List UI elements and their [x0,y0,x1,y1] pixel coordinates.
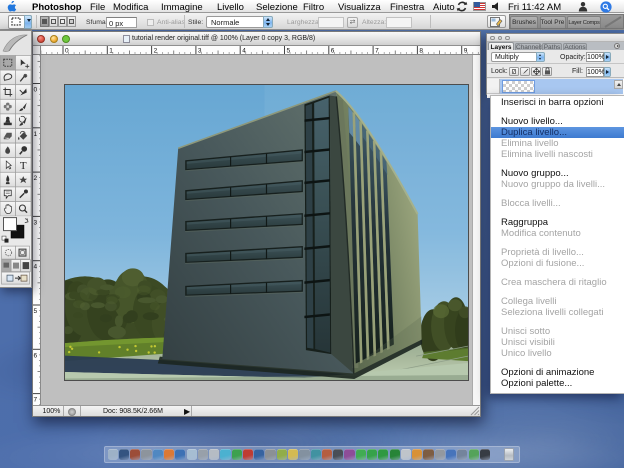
svg-text:0: 0 [34,87,38,94]
svg-text:2: 2 [154,48,158,55]
svg-text:2: 2 [34,175,38,182]
svg-text:7: 7 [375,48,379,55]
svg-text:5: 5 [34,308,38,315]
svg-text:3: 3 [34,219,38,226]
svg-text:1: 1 [109,48,113,55]
svg-text:3: 3 [198,48,202,55]
svg-text:1: 1 [34,131,38,138]
svg-text:7: 7 [34,397,38,404]
svg-text:0: 0 [65,48,69,55]
svg-text:T: T [20,160,27,172]
svg-text:4: 4 [242,48,246,55]
svg-text:9: 9 [464,48,468,55]
svg-text:4: 4 [34,264,38,271]
svg-text:8: 8 [419,48,423,55]
svg-text:6: 6 [331,48,335,55]
svg-text:5: 5 [287,48,291,55]
svg-text:6: 6 [34,352,38,359]
